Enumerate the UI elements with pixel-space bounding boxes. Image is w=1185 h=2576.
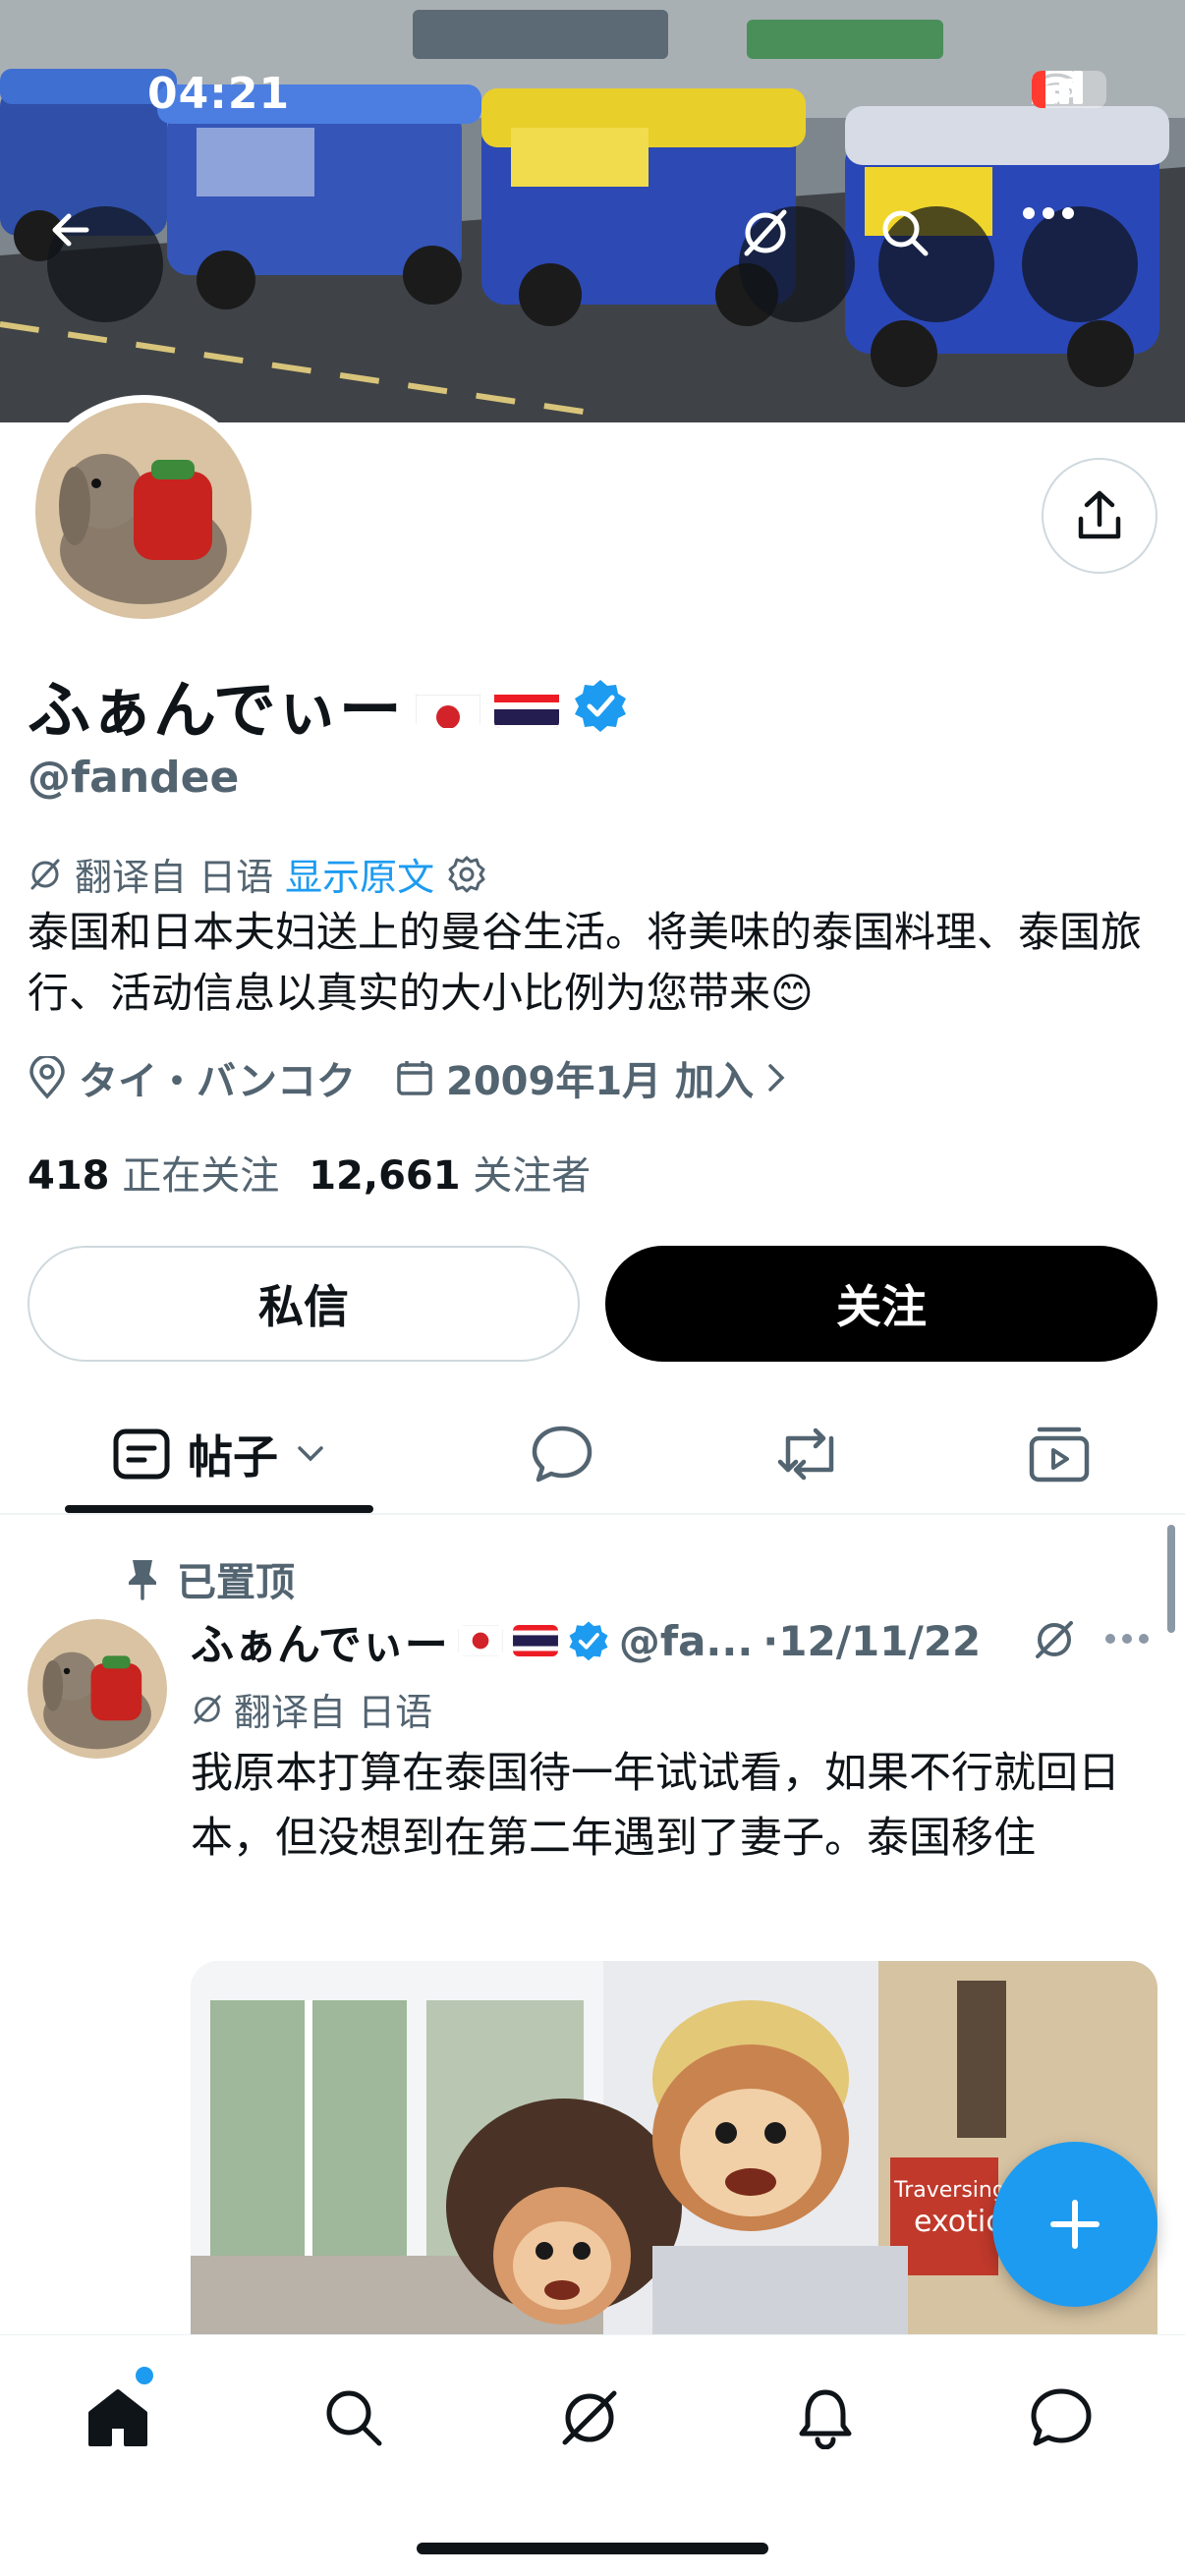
pin-icon [129,1560,156,1600]
search-icon [326,2390,382,2446]
verified-badge-icon [569,1621,608,1661]
following-label: 正在关注 [122,1153,280,1199]
nav-search[interactable] [305,2369,403,2467]
tab-reposts[interactable] [768,1395,851,1513]
dm-button[interactable]: 私信 [28,1246,580,1362]
grok-icon [30,859,60,889]
share-button[interactable] [1042,458,1157,574]
bio-translation-row: 翻译自 日语 显示原文 [28,847,487,901]
japan-flag-icon [457,1625,503,1656]
nav-notifications[interactable] [776,2369,875,2467]
more-button[interactable] [1022,206,1138,322]
display-name: ふぁんでぃー [28,660,628,751]
profile-tabs: 帖子 [0,1395,1185,1515]
search-button[interactable] [878,206,994,322]
following-stat[interactable]: 418 正在关注 [28,1144,279,1201]
following-count: 418 [28,1153,110,1199]
profile-handle: @fandee [28,753,240,803]
location-item: タイ・バンコク [28,1049,356,1106]
pinned-label: 已置顶 [177,1560,295,1605]
joined-item[interactable]: 2009年1月 加入 [395,1049,787,1106]
chevron-down-icon [298,1446,323,1462]
post-header: ふぁんでぃー @fa... ·12/11/22 [191,1609,981,1672]
pinned-label-row: 已置顶 [126,1550,295,1607]
banner-tuktuk-photo [0,0,1185,422]
chat-icon [1031,2388,1092,2446]
profile-banner[interactable]: 04:21 6 [0,0,1185,422]
home-icon [88,2389,147,2446]
followers-label: 关注者 [473,1153,592,1199]
tab-posts[interactable]: 帖子 [65,1395,373,1513]
arrow-left-icon [52,213,89,247]
grok-icon [194,1694,221,1724]
status-time: 04:21 [147,69,291,119]
grok-icon [562,2390,617,2445]
plus-icon [1050,2200,1100,2249]
video-icon [1029,1427,1090,1483]
joined-text: 2009年1月 加入 [446,1059,755,1104]
nav-grok[interactable] [540,2369,639,2467]
nav-home[interactable] [69,2369,167,2467]
post-author-name[interactable]: ふぁんでぃー [191,1609,448,1672]
rabbit-avatar-image [28,1619,167,1759]
compose-button[interactable] [992,2142,1157,2307]
verified-badge-icon[interactable] [573,678,628,733]
battery-indicator: 6 [1032,71,1106,108]
calendar-icon [397,1061,432,1095]
tab-replies[interactable] [521,1395,603,1513]
active-tab-indicator [65,1505,373,1513]
profile-bio: 泰国和日本夫妇送上的曼谷生活。将美味的泰国料理、泰国旅行、活动信息以真实的大小比… [28,908,1143,1017]
tab-media[interactable] [1018,1395,1100,1513]
more-icon [1023,207,1074,219]
thailand-flag-icon [493,683,559,728]
post-text: 我原本打算在泰国待一年试试看，如果不行就回日本，但没想到在第二年遇到了妻子。泰国… [191,1749,1120,1863]
translated-from-label: 翻译自 日语 [75,856,274,899]
share-icon [1078,490,1121,539]
back-button[interactable] [47,206,163,322]
scrollbar[interactable] [1167,1525,1175,1633]
thailand-flag-icon [512,1625,558,1656]
location-text: タイ・バンコク [79,1059,356,1104]
reply-icon [532,1426,592,1483]
follow-button[interactable]: 关注 [605,1246,1157,1362]
location-pin-icon [29,1056,65,1099]
post-author-handle[interactable]: @fa... [619,1617,753,1665]
post-date[interactable]: ·12/11/22 [762,1617,981,1665]
grok-icon[interactable] [1032,1617,1077,1662]
japan-flag-icon [415,683,480,728]
gear-icon[interactable] [446,854,487,895]
book-cover-text-2: exotic [914,2205,1002,2239]
nav-messages[interactable] [1012,2369,1110,2467]
profile-meta: タイ・バンコク 2009年1月 加入 [28,1049,826,1106]
grok-icon [744,209,787,256]
display-name-text: ふぁんでぃー [28,675,402,748]
profile-avatar[interactable] [28,395,259,627]
grok-button[interactable] [739,206,855,322]
post-translation-row: 翻译自 日语 [191,1682,432,1736]
repost-icon [777,1428,834,1481]
tab-posts-label: 帖子 [188,1430,278,1484]
battery-level: 6 [1059,75,1079,104]
bottom-navigation [0,2334,1185,2576]
post-translated-label: 翻译自 日语 [234,1691,433,1734]
home-indicator [417,2543,768,2554]
rabbit-avatar-image [35,403,252,619]
post-author-avatar[interactable] [28,1619,167,1759]
status-icons: 6 [1032,71,1106,108]
home-notification-dot [136,2367,153,2384]
followers-stat[interactable]: 12,661 关注者 [309,1144,591,1201]
search-icon [882,210,929,256]
post-more-icon[interactable] [1104,1633,1150,1645]
followers-count: 12,661 [309,1153,461,1199]
bell-icon [799,2389,852,2449]
follow-stats: 418 正在关注 12,661 关注者 [28,1144,591,1201]
posts-icon [113,1428,170,1480]
chevron-right-icon [768,1064,785,1092]
show-original-link[interactable]: 显示原文 [285,847,434,901]
book-cover-text: Traversing [893,2178,1006,2203]
